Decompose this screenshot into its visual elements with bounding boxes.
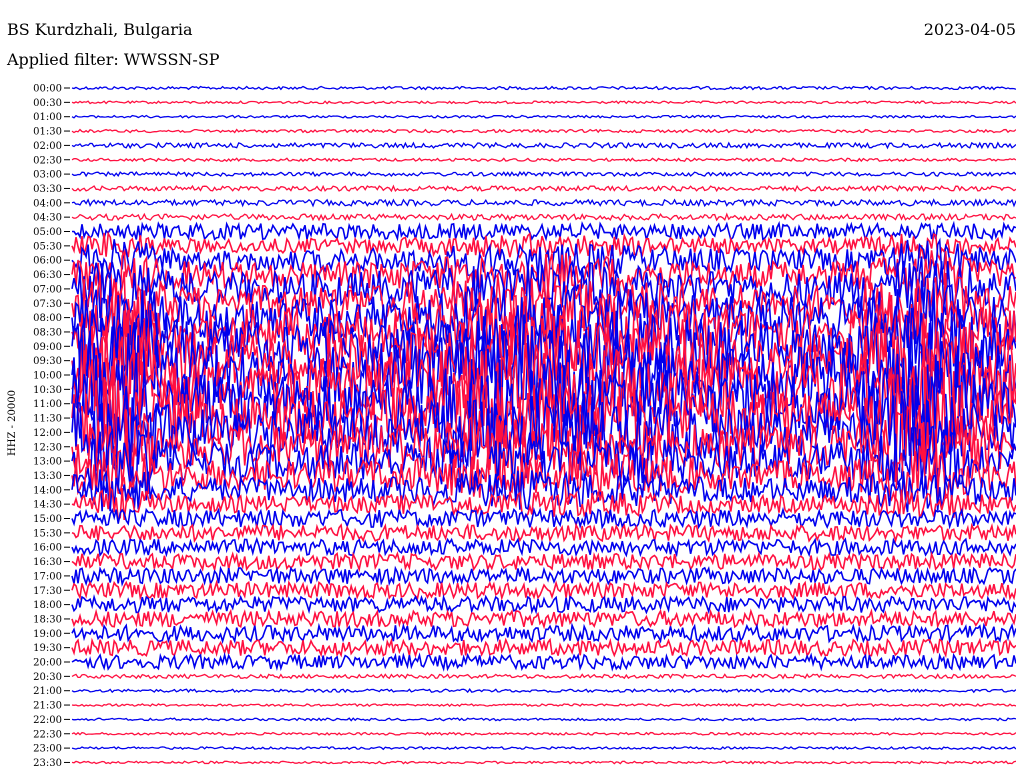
time-tick-labels: 00:00 00:30 01:00 01:30 02:00 02:30 03:00 03:30… xyxy=(33,84,70,769)
tick-label: 03:00 xyxy=(33,170,62,181)
trace-line xyxy=(71,760,1016,765)
tick-label: 23:30 xyxy=(33,758,62,769)
trace-line xyxy=(71,579,1016,602)
trace-line xyxy=(71,100,1016,105)
tick-label: 08:30 xyxy=(33,327,62,338)
tick-label: 15:00 xyxy=(33,514,62,525)
trace-line xyxy=(71,157,1016,163)
tick-label: 20:30 xyxy=(33,672,62,683)
tick-label: 17:30 xyxy=(33,586,62,597)
trace-line xyxy=(71,608,1016,630)
tick-label: 23:00 xyxy=(33,744,62,755)
trace-line xyxy=(71,637,1016,659)
tick-label: 17:00 xyxy=(33,571,62,582)
trace-line xyxy=(71,128,1016,134)
tick-label: 16:30 xyxy=(33,557,62,568)
trace-line xyxy=(71,141,1016,150)
tick-label: 09:00 xyxy=(33,342,62,353)
tick-label: 01:00 xyxy=(33,112,62,123)
trace-line xyxy=(71,170,1016,178)
tick-label: 07:00 xyxy=(33,284,62,295)
tick-label: 19:00 xyxy=(33,629,62,640)
tick-label: 04:00 xyxy=(33,198,62,209)
tick-label: 18:30 xyxy=(33,614,62,625)
trace-line xyxy=(71,522,1016,544)
tick-label: 22:30 xyxy=(33,729,62,740)
tick-label: 00:30 xyxy=(33,98,62,109)
tick-label: 13:30 xyxy=(33,471,62,482)
tick-label: 10:30 xyxy=(33,385,62,396)
trace-line xyxy=(71,212,1016,222)
trace-line xyxy=(71,673,1016,680)
trace-line xyxy=(71,565,1016,587)
tick-label: 01:30 xyxy=(33,127,62,138)
seismic-traces xyxy=(71,85,1016,765)
trace-line xyxy=(71,731,1016,736)
trace-line xyxy=(71,717,1016,722)
tick-label: 12:00 xyxy=(33,428,62,439)
tick-label: 19:30 xyxy=(33,643,62,654)
tick-label: 00:00 xyxy=(33,84,62,95)
tick-label: 04:30 xyxy=(33,213,62,224)
tick-label: 06:30 xyxy=(33,270,62,281)
tick-label: 15:30 xyxy=(33,528,62,539)
tick-label: 14:30 xyxy=(33,500,62,511)
tick-label: 02:30 xyxy=(33,155,62,166)
trace-line xyxy=(71,746,1016,751)
trace-line xyxy=(71,536,1016,558)
tick-label: 05:00 xyxy=(33,227,62,238)
tick-label: 11:00 xyxy=(33,399,62,410)
trace-line xyxy=(71,703,1016,708)
tick-label: 13:00 xyxy=(33,457,62,468)
trace-line xyxy=(72,220,1016,243)
tick-label: 10:00 xyxy=(33,371,62,382)
trace-line xyxy=(71,594,1016,615)
trace-line xyxy=(71,114,1016,119)
tick-label: 22:00 xyxy=(33,715,62,726)
tick-label: 02:00 xyxy=(33,141,62,152)
tick-label: 14:00 xyxy=(33,485,62,496)
y-axis-label: HHZ - 20000 xyxy=(7,390,18,456)
trace-line xyxy=(71,688,1016,694)
tick-label: 21:30 xyxy=(33,701,62,712)
trace-line xyxy=(71,85,1016,91)
tick-label: 18:00 xyxy=(33,600,62,611)
tick-label: 16:00 xyxy=(33,543,62,554)
tick-label: 11:30 xyxy=(33,414,62,425)
trace-line xyxy=(71,506,1016,530)
tick-label: 21:00 xyxy=(33,686,62,697)
tick-label: 08:00 xyxy=(33,313,62,324)
tick-label: 07:30 xyxy=(33,299,62,310)
tick-label: 20:00 xyxy=(33,658,62,669)
tick-label: 09:30 xyxy=(33,356,62,367)
trace-line xyxy=(71,184,1016,193)
tick-label: 05:30 xyxy=(33,241,62,252)
trace-line xyxy=(71,652,1016,672)
tick-label: 03:30 xyxy=(33,184,62,195)
tick-label: 12:30 xyxy=(33,442,62,453)
trace-line xyxy=(71,198,1016,208)
tick-label: 06:00 xyxy=(33,256,62,267)
helicorder-plot: HHZ - 20000 00:00 00:30 01:00 01:30 02:00 02:… xyxy=(7,84,1016,769)
